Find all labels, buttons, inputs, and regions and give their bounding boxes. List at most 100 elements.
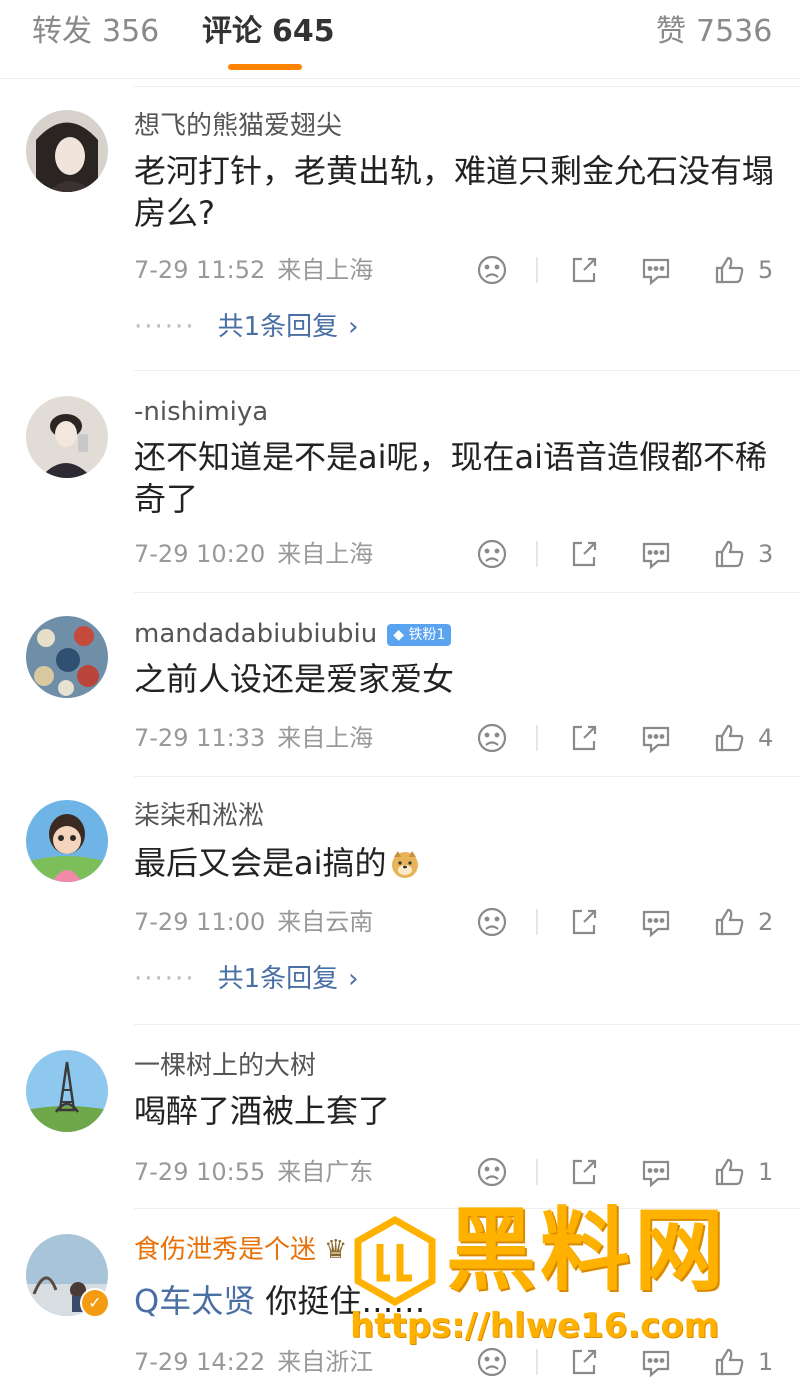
share-icon[interactable] — [564, 718, 604, 758]
comment-time: 7-29 11:00 — [134, 908, 266, 936]
tab-repost-count: 356 — [102, 14, 160, 49]
comment-text: Q车太贤 你挺住…… — [134, 1280, 774, 1322]
username[interactable]: 柒柒和淞淞 — [134, 800, 264, 832]
divider — [134, 1024, 800, 1025]
tab-comment-count: 645 — [272, 14, 335, 49]
share-icon[interactable] — [564, 534, 604, 574]
comment-text-body: 你挺住…… — [265, 1282, 426, 1320]
avatar[interactable] — [26, 1050, 108, 1132]
dislike-icon[interactable] — [472, 1152, 512, 1192]
comment-text: 之前人设还是爱家爱女 — [134, 660, 455, 698]
tab-like-label: 赞 — [656, 14, 686, 49]
comment-text: 喝醉了酒被上套了 — [134, 1092, 391, 1130]
like-icon[interactable] — [710, 1342, 750, 1382]
divider — [134, 86, 800, 87]
comment-location: 来自上海 — [277, 540, 374, 568]
comment-meta: 7-29 10:55 来自广东 — [134, 1156, 373, 1188]
separator — [536, 1349, 538, 1375]
comment-time: 7-29 14:22 — [134, 1348, 266, 1376]
comment-meta: 7-29 10:20 来自上海 — [134, 538, 373, 570]
username[interactable]: 想飞的熊猫爱翅尖 — [134, 110, 342, 142]
separator — [536, 1159, 538, 1185]
reply-dots: ······ — [134, 312, 196, 342]
share-icon[interactable] — [564, 250, 604, 290]
like-count: 4 — [758, 724, 774, 752]
share-icon[interactable] — [564, 1152, 604, 1192]
view-replies-link[interactable]: ······ 共1条回复 › — [134, 310, 359, 344]
comment-time: 7-29 10:55 — [134, 1158, 266, 1186]
comment-time: 7-29 11:33 — [134, 724, 266, 752]
tab-comment-label: 评论 — [202, 14, 262, 49]
comment-icon[interactable] — [636, 534, 676, 574]
share-icon[interactable] — [564, 1342, 604, 1382]
username[interactable]: 食伤泄秀是个迷 ♛ — [134, 1234, 347, 1266]
comment-location: 来自广东 — [277, 1158, 374, 1186]
avatar[interactable] — [26, 110, 108, 192]
tab-comment[interactable]: 评论 645 — [202, 12, 335, 52]
comment-meta: 7-29 14:22 来自浙江 — [134, 1346, 373, 1378]
username[interactable]: 一棵树上的大树 — [134, 1050, 316, 1082]
comment-time: 7-29 10:20 — [134, 540, 266, 568]
separator — [536, 541, 538, 567]
dislike-icon[interactable] — [472, 250, 512, 290]
dislike-icon[interactable] — [472, 534, 512, 574]
chevron-right-icon: › — [348, 964, 359, 994]
avatar[interactable] — [26, 800, 108, 882]
avatar[interactable] — [26, 396, 108, 478]
like-icon[interactable] — [710, 250, 750, 290]
like-icon[interactable] — [710, 902, 750, 942]
comment-text-body: 最后又会是ai搞的 — [134, 844, 387, 882]
dislike-icon[interactable] — [472, 902, 512, 942]
badge-label: 铁粉1 — [408, 626, 446, 643]
like-icon[interactable] — [710, 718, 750, 758]
tab-like[interactable]: 赞 7536 — [656, 12, 772, 52]
chevron-right-icon: › — [348, 312, 359, 342]
reply-dots: ······ — [134, 964, 196, 994]
tab-like-count: 7536 — [696, 14, 773, 49]
doge-emoji-icon — [391, 851, 418, 878]
comment-icon[interactable] — [636, 1152, 676, 1192]
comment-meta: 7-29 11:52 来自上海 — [134, 254, 373, 286]
username-text: mandadabiubiubiu — [134, 619, 378, 649]
fan-badge: ◆ 铁粉1 — [387, 623, 452, 646]
reply-count-label: 共1条回复 — [217, 312, 339, 342]
comment-icon[interactable] — [636, 250, 676, 290]
tab-repost-label: 转发 — [32, 14, 92, 49]
verified-badge-icon: ✓ — [80, 1288, 110, 1318]
comment-text: 老河打针，老黄出轨，难道只剩金允石没有塌房么? — [134, 152, 775, 232]
view-replies-link[interactable]: ······ 共1条回复 › — [134, 962, 359, 996]
share-icon[interactable] — [564, 902, 604, 942]
comment-icon[interactable] — [636, 902, 676, 942]
reply-count-label: 共1条回复 — [217, 964, 339, 994]
comment-meta: 7-29 11:33 来自上海 — [134, 722, 373, 754]
divider — [134, 1208, 800, 1209]
comment-icon[interactable] — [636, 1342, 676, 1382]
dislike-icon[interactable] — [472, 1342, 512, 1382]
tab-repost[interactable]: 转发 356 — [32, 12, 159, 52]
mention-link[interactable]: Q车太贤 — [134, 1282, 255, 1320]
like-icon[interactable] — [710, 534, 750, 574]
like-icon[interactable] — [710, 1152, 750, 1192]
comment-time: 7-29 11:52 — [134, 256, 266, 284]
active-tab-indicator — [228, 64, 302, 70]
dislike-icon[interactable] — [472, 718, 512, 758]
avatar[interactable] — [26, 616, 108, 698]
comment-location: 来自浙江 — [277, 1348, 374, 1376]
separator — [536, 257, 538, 283]
like-count: 1 — [758, 1158, 774, 1186]
separator — [536, 725, 538, 751]
crown-icon: ♛ — [324, 1235, 348, 1265]
username[interactable]: mandadabiubiubiu ◆ 铁粉1 — [134, 618, 452, 650]
like-count: 1 — [758, 1348, 774, 1376]
comment-location: 来自云南 — [277, 908, 374, 936]
like-count: 2 — [758, 908, 774, 936]
comment-text: 最后又会是ai搞的 — [134, 842, 774, 884]
username[interactable]: -nishimiya — [134, 396, 268, 428]
comment-location: 来自上海 — [277, 256, 374, 284]
comment-icon[interactable] — [636, 718, 676, 758]
username-text: 食伤泄秀是个迷 — [134, 1235, 317, 1265]
comment-meta: 7-29 11:00 来自云南 — [134, 906, 373, 938]
like-count: 3 — [758, 540, 774, 568]
comment-tabs: 转发 356 评论 645 赞 7536 — [0, 0, 800, 79]
comment-text: 还不知道是不是ai呢，现在ai语音造假都不稀奇了 — [134, 438, 768, 518]
